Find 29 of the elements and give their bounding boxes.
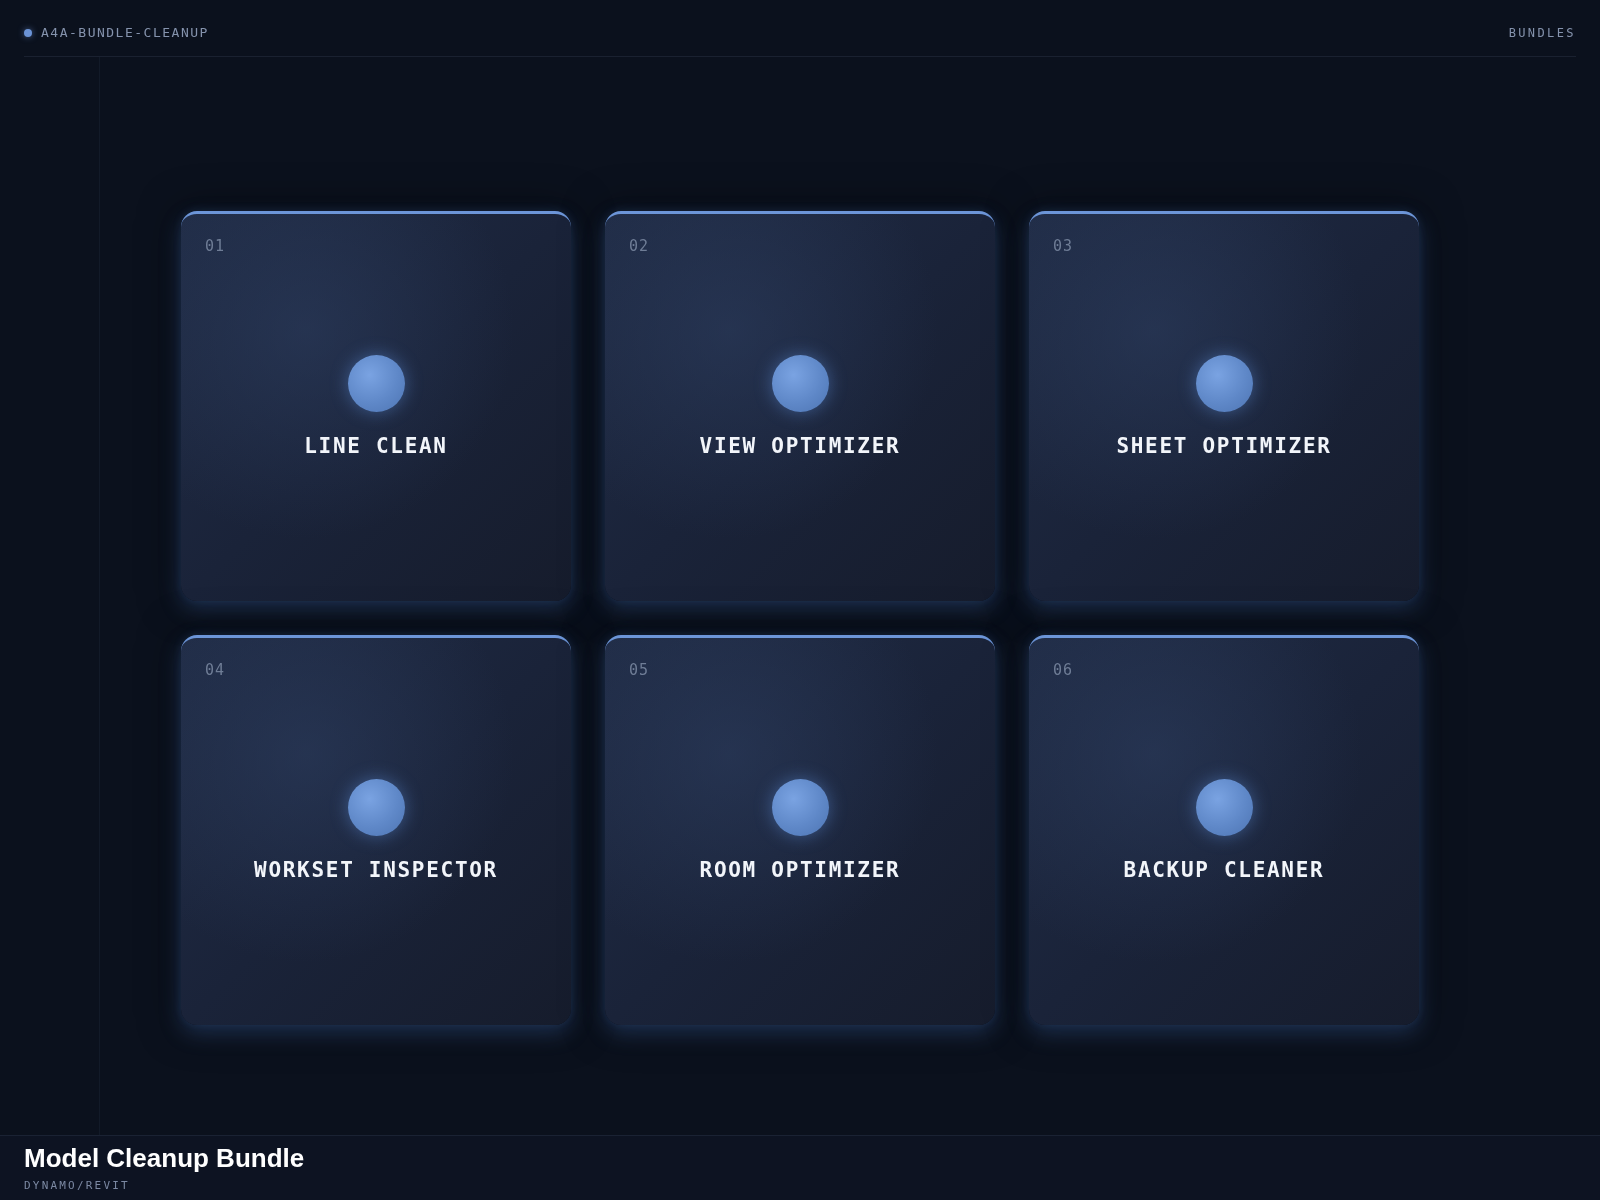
card-number: 03 bbox=[1053, 237, 1074, 255]
tool-card[interactable]: 03 SHEET OPTIMIZER bbox=[1029, 211, 1419, 601]
tool-card[interactable]: 02 VIEW OPTIMIZER bbox=[605, 211, 995, 601]
orb-icon bbox=[1195, 355, 1253, 412]
card-title: BACKUP CLEANER bbox=[1123, 858, 1325, 882]
brand-label: A4A-BUNDLE-CLEANUP bbox=[41, 24, 209, 42]
tool-card[interactable]: 05 ROOM OPTIMIZER bbox=[605, 635, 995, 1025]
card-number: 04 bbox=[205, 661, 226, 679]
tool-card[interactable]: 06 BACKUP CLEANER bbox=[1029, 635, 1419, 1025]
tool-card[interactable]: 01 LINE CLEAN bbox=[181, 211, 571, 601]
card-title: SHEET OPTIMIZER bbox=[1116, 434, 1332, 458]
card-title: ROOM OPTIMIZER bbox=[699, 858, 901, 882]
bundle-title: Model Cleanup Bundle bbox=[24, 1143, 305, 1173]
orb-icon bbox=[347, 355, 405, 412]
orb-icon bbox=[347, 779, 405, 836]
orb-icon bbox=[771, 355, 829, 412]
card-number: 06 bbox=[1053, 661, 1074, 679]
status-dot-icon bbox=[24, 29, 32, 37]
bundle-subtitle: DYNAMO/REVIT bbox=[24, 1179, 130, 1193]
tool-card[interactable]: 04 WORKSET INSPECTOR bbox=[181, 635, 571, 1025]
bundles-link[interactable]: BUNDLES bbox=[1508, 23, 1576, 43]
orb-icon bbox=[771, 779, 829, 836]
card-title: LINE CLEAN bbox=[304, 434, 448, 458]
card-number: 05 bbox=[629, 661, 650, 679]
card-number: 02 bbox=[629, 237, 650, 255]
card-title: VIEW OPTIMIZER bbox=[699, 434, 901, 458]
card-title: WORKSET INSPECTOR bbox=[254, 858, 498, 882]
orb-icon bbox=[1195, 779, 1253, 836]
card-number: 01 bbox=[205, 237, 226, 255]
